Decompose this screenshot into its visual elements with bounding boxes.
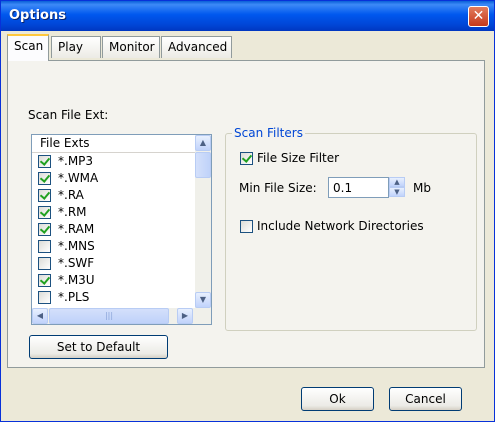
dialog-title: Options (9, 8, 66, 23)
file-size-filter-checkbox[interactable]: File Size Filter (234, 151, 364, 167)
ext-checkbox[interactable] (38, 257, 51, 270)
scan-tab-panel: Scan File Ext: File Exts *.MP3 *.WMA *.RA *… (7, 60, 485, 368)
tab-play[interactable]: Play (51, 36, 101, 58)
ext-label: *.SWF (58, 256, 95, 270)
horizontal-scrollbar[interactable]: ◀ ||| ▶ (32, 308, 211, 324)
file-exts-list[interactable]: File Exts *.MP3 *.WMA *.RA *.RM *.RAM *.MNS *.… (31, 134, 212, 325)
ext-checkbox[interactable] (38, 206, 51, 219)
ext-label: *.RM (58, 205, 87, 219)
list-item[interactable]: *.RAM (32, 221, 195, 238)
tab-monitor[interactable]: Monitor (102, 36, 160, 58)
close-icon: ✕ (472, 8, 485, 24)
spin-down-button[interactable]: ▼ (389, 187, 405, 197)
ext-items: *.MP3 *.WMA *.RA *.RM *.RAM *.MNS *.SWF *.M3U *.… (32, 153, 195, 306)
min-file-size-spinner[interactable]: ▲ ▼ (389, 177, 405, 198)
scroll-up-button[interactable]: ▲ (195, 135, 211, 151)
ext-checkbox[interactable] (38, 155, 51, 168)
include-network-directories-label: Include Network Directories (257, 219, 424, 233)
cancel-button[interactable]: Cancel (389, 387, 462, 411)
list-item[interactable]: *.PLS (32, 289, 195, 306)
tab-advanced[interactable]: Advanced (161, 36, 232, 58)
ext-checkbox[interactable] (38, 172, 51, 185)
scan-file-ext-label: Scan File Ext: (28, 108, 109, 122)
ext-label: *.RA (58, 188, 84, 202)
column-header-label: File Exts (40, 136, 90, 150)
ext-checkbox[interactable] (38, 223, 51, 236)
ext-label: *.PLS (58, 290, 90, 304)
ext-checkbox[interactable] (38, 240, 51, 253)
list-item[interactable]: *.M3U (32, 272, 195, 289)
scan-filters-title: Scan Filters (232, 126, 305, 140)
title-bar[interactable]: Options ✕ (1, 1, 494, 31)
spin-up-button[interactable]: ▲ (389, 177, 405, 187)
ok-button[interactable]: Ok (301, 387, 374, 411)
include-network-directories-checkbox[interactable]: Include Network Directories (234, 219, 434, 235)
ext-label: *.RAM (58, 222, 95, 236)
list-item[interactable]: *.WMA (32, 170, 195, 187)
list-column-header[interactable]: File Exts (32, 135, 195, 153)
scroll-right-button[interactable]: ▶ (177, 308, 193, 324)
file-size-filter-label: File Size Filter (257, 151, 340, 165)
list-item[interactable]: *.RM (32, 204, 195, 221)
ext-label: *.MNS (58, 239, 95, 253)
min-file-size-input[interactable]: 0.1 (328, 177, 389, 198)
options-dialog: Options ✕ Scan Play Monitor Advanced Sca… (0, 0, 495, 422)
scroll-left-button[interactable]: ◀ (32, 308, 48, 324)
scroll-down-button[interactable]: ▼ (195, 292, 211, 308)
ext-checkbox[interactable] (38, 189, 51, 202)
horizontal-scroll-thumb[interactable]: ||| (49, 308, 169, 324)
list-item[interactable]: *.SWF (32, 255, 195, 272)
ext-checkbox[interactable] (38, 291, 51, 304)
tab-scan[interactable]: Scan (7, 34, 49, 61)
set-to-default-button[interactable]: Set to Default (29, 335, 168, 359)
min-file-size-value: 0.1 (333, 181, 353, 195)
ext-label: *.WMA (58, 171, 99, 185)
min-file-size-unit: Mb (413, 181, 431, 195)
list-item[interactable]: *.RA (32, 187, 195, 204)
ext-label: *.MP3 (58, 154, 94, 168)
list-item[interactable]: *.MNS (32, 238, 195, 255)
checkbox-box[interactable] (240, 152, 253, 165)
list-item[interactable]: *.MP3 (32, 153, 195, 170)
vertical-scroll-thumb[interactable] (195, 152, 211, 178)
checkbox-box[interactable] (240, 220, 253, 233)
ext-label: *.M3U (58, 273, 95, 287)
ext-checkbox[interactable] (38, 274, 51, 287)
min-file-size-label: Min File Size: (239, 181, 317, 195)
vertical-scrollbar[interactable]: ▲ ▼ (195, 135, 211, 308)
close-button[interactable]: ✕ (468, 6, 489, 27)
